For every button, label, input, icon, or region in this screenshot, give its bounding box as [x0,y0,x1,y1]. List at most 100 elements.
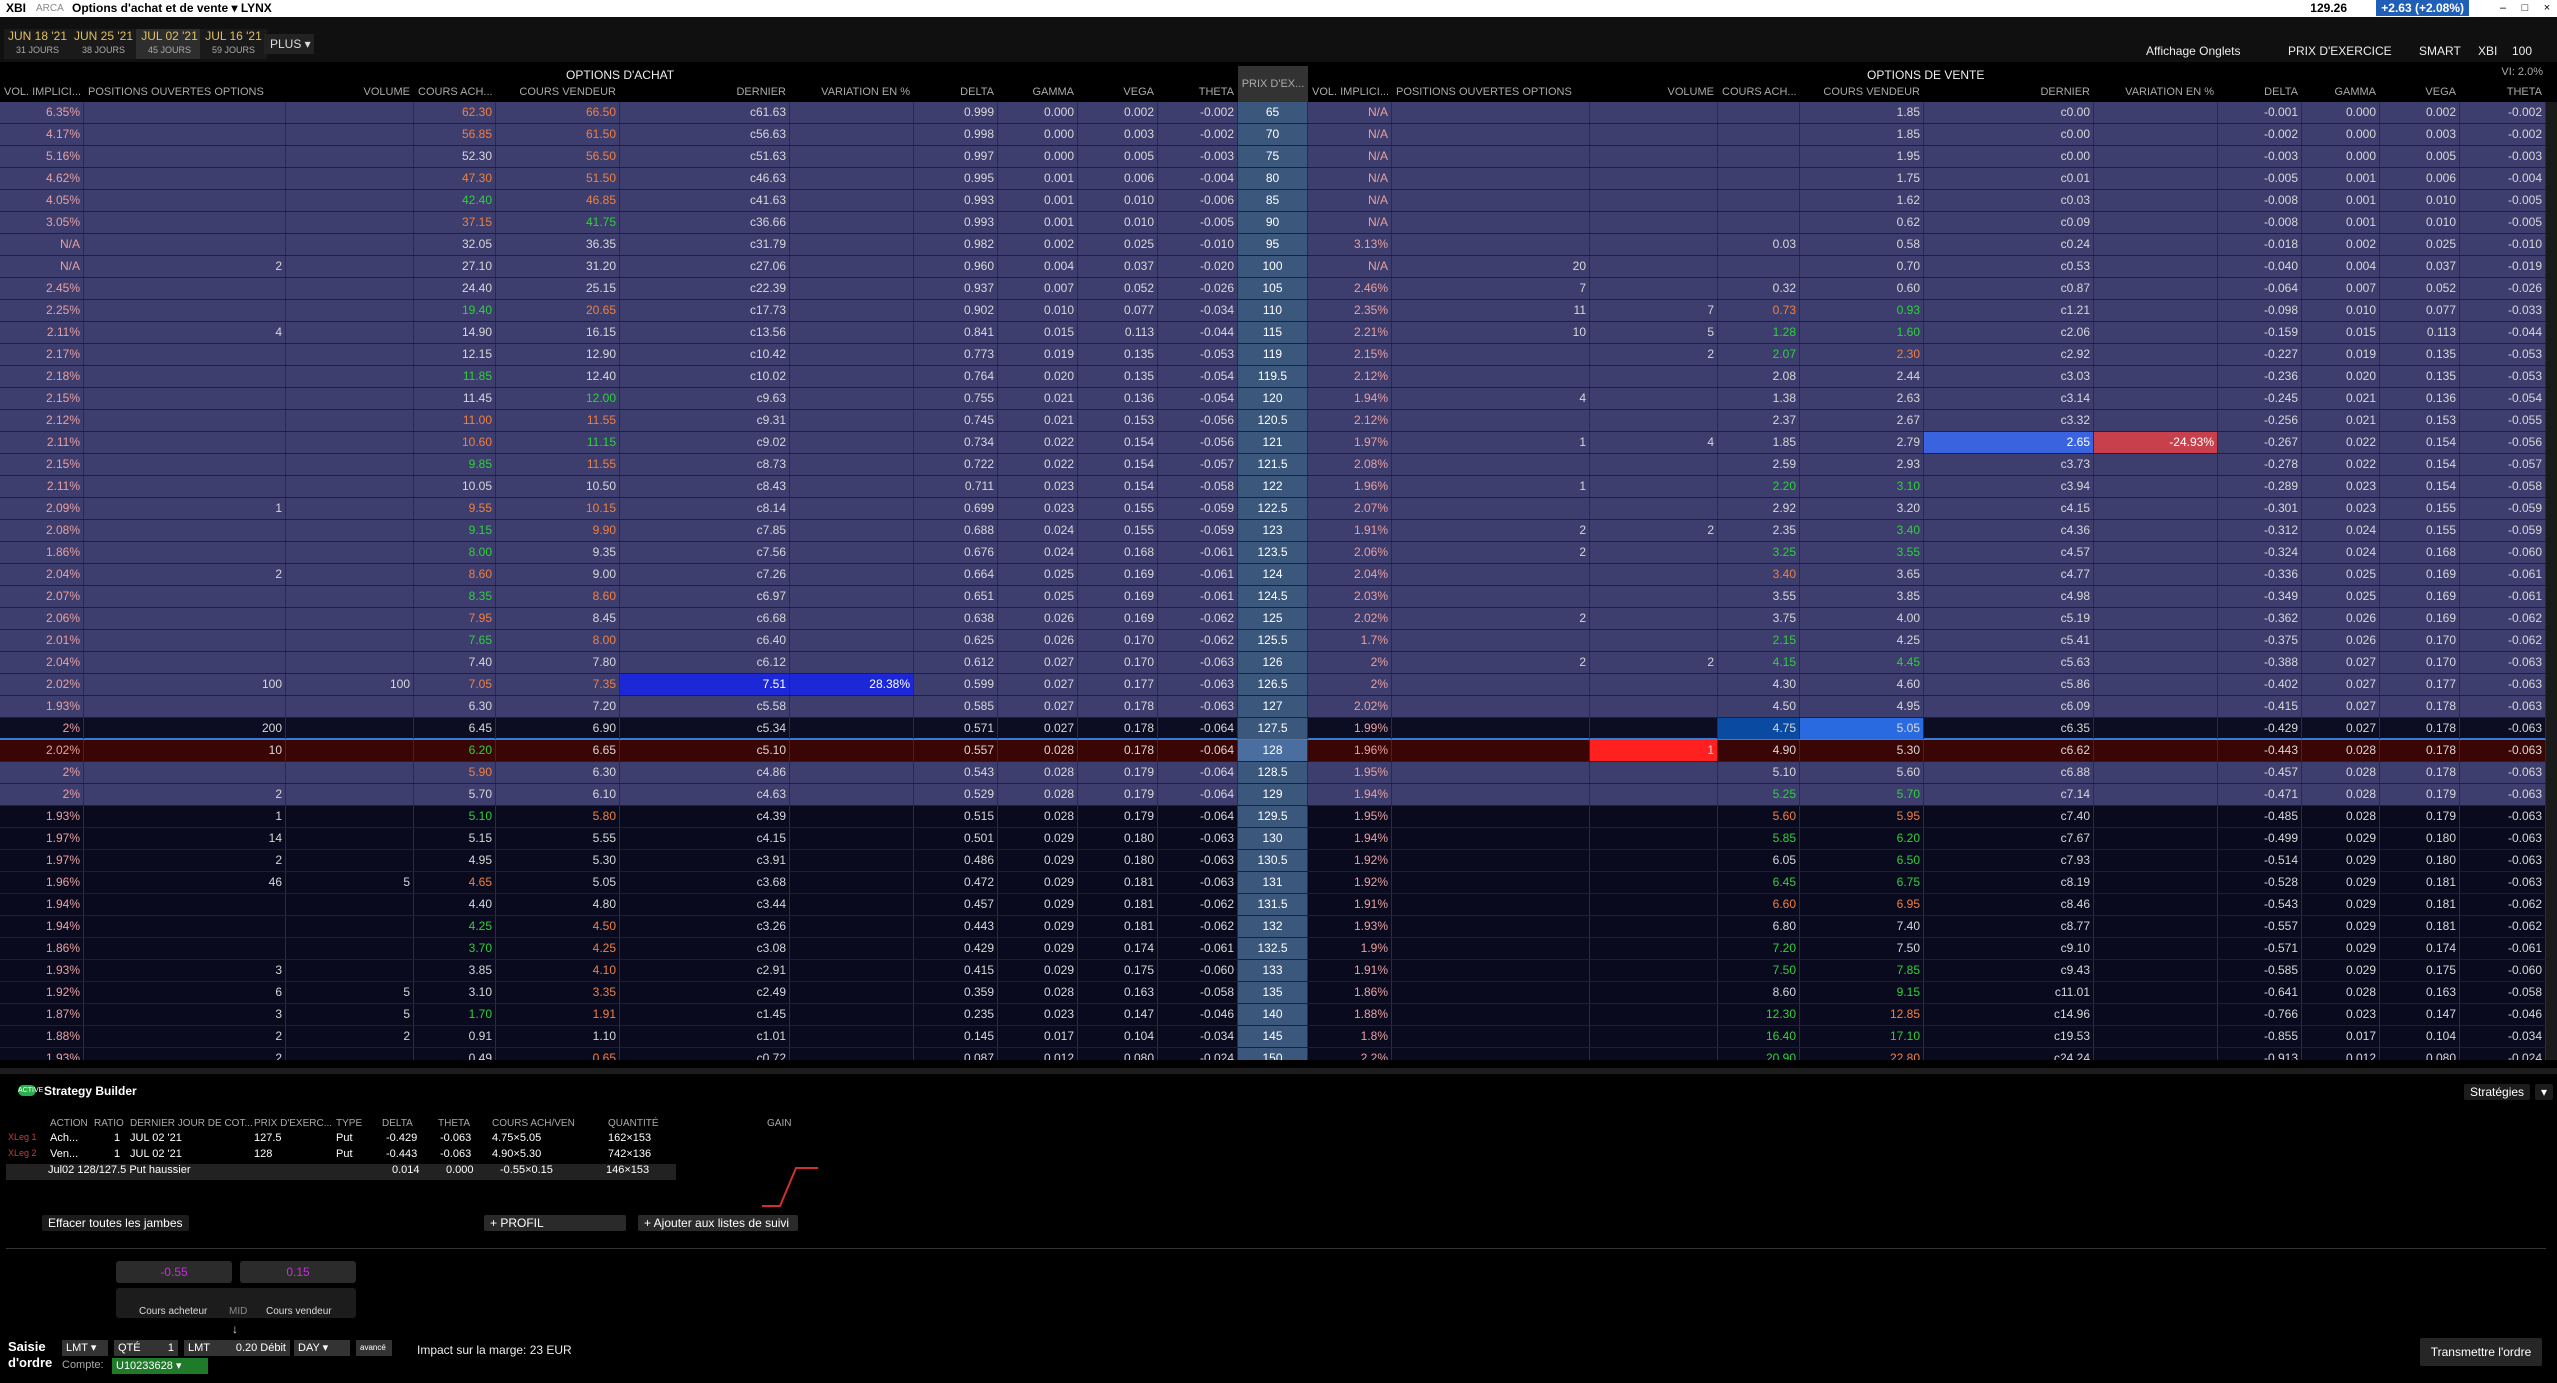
put-delta-cell[interactable]: -0.471 [2218,784,2302,805]
put-implied-vol-cell[interactable]: 1.99% [1308,718,1392,739]
minimize-icon[interactable]: – [2495,1,2511,15]
call-ask-cell[interactable]: 0.65 [496,1048,620,1060]
put-implied-vol-cell[interactable]: 1.88% [1308,1004,1392,1025]
call-delta-cell[interactable]: 0.235 [914,1004,998,1025]
strike-cell[interactable]: 123.5 [1238,542,1308,563]
call-bid-cell[interactable]: 4.95 [414,850,496,871]
put-ask-cell[interactable]: 5.95 [1800,806,1924,827]
call-implied-vol-cell[interactable]: 1.86% [0,542,84,563]
put-open-interest-cell[interactable] [1392,630,1590,651]
put-change-pct-cell[interactable] [2094,718,2218,739]
put-ask-cell[interactable]: 3.85 [1800,586,1924,607]
call-theta-cell[interactable]: -0.061 [1158,586,1238,607]
call-theta-cell[interactable]: -0.064 [1158,806,1238,827]
call-col-header-vega[interactable]: VEGA [1082,86,1154,100]
put-last-cell[interactable]: c3.94 [2018,476,2094,497]
put-bid-cell[interactable] [1718,168,1800,189]
put-vega-cell[interactable]: 0.177 [2380,674,2460,695]
call-bid-cell[interactable]: 9.85 [414,454,496,475]
put-implied-vol-cell[interactable]: 1.95% [1308,762,1392,783]
put-delta-cell[interactable]: -0.008 [2218,212,2302,233]
put-ask-cell[interactable]: 3.10 [1800,476,1924,497]
call-open-interest-cell[interactable]: 2 [84,564,286,585]
put-delta-cell[interactable]: -0.641 [2218,982,2302,1003]
put-vega-cell[interactable]: 0.155 [2380,498,2460,519]
call-open-interest-cell[interactable] [84,102,286,123]
put-vega-cell[interactable]: 0.169 [2380,608,2460,629]
call-implied-vol-cell[interactable]: 2.06% [0,608,84,629]
call-theta-cell[interactable]: -0.064 [1158,740,1238,761]
put-ask-cell[interactable]: 1.60 [1800,322,1924,343]
put-delta-cell[interactable]: -0.312 [2218,520,2302,541]
put-implied-vol-cell[interactable]: N/A [1308,124,1392,145]
call-theta-cell[interactable]: -0.059 [1158,498,1238,519]
strike-cell[interactable]: 130.5 [1238,850,1308,871]
call-implied-vol-cell[interactable]: 2.18% [0,366,84,387]
put-delta-cell[interactable]: -0.349 [2218,586,2302,607]
put-gamma-cell[interactable]: 0.024 [2302,542,2380,563]
put-change-pct-cell[interactable] [2094,982,2218,1003]
put-last-cell[interactable]: c9.10 [2018,938,2094,959]
put-last-cell[interactable]: 2.65 [1924,432,2094,453]
put-vega-cell[interactable]: 0.154 [2380,432,2460,453]
call-volume-cell[interactable]: 5 [286,872,414,893]
put-last-cell[interactable]: c3.73 [2018,454,2094,475]
call-open-interest-cell[interactable] [84,608,286,629]
call-vega-cell[interactable]: 0.170 [1078,630,1158,651]
call-bid-cell[interactable]: 10.05 [414,476,496,497]
put-ask-cell[interactable]: 2.63 [1800,388,1924,409]
put-vega-cell[interactable]: 0.080 [2380,1048,2460,1060]
put-implied-vol-cell[interactable]: N/A [1308,168,1392,189]
call-last-cell[interactable]: c6.12 [620,652,790,673]
put-open-interest-cell[interactable] [1392,850,1590,871]
put-ask-cell[interactable]: 2.93 [1800,454,1924,475]
put-vega-cell[interactable]: 0.169 [2380,564,2460,585]
put-delta-cell[interactable]: -0.457 [2218,762,2302,783]
call-theta-cell[interactable]: -0.058 [1158,476,1238,497]
put-implied-vol-cell[interactable]: 1.94% [1308,388,1392,409]
call-change-pct-cell[interactable] [790,696,914,717]
strike-cell[interactable]: 121 [1238,432,1308,453]
call-delta-cell[interactable]: 0.676 [914,542,998,563]
call-theta-cell[interactable]: -0.026 [1158,278,1238,299]
strike-cell[interactable]: 145 [1238,1026,1308,1047]
call-volume-cell[interactable] [286,784,414,805]
call-volume-cell[interactable] [286,652,414,673]
put-delta-cell[interactable]: -0.324 [2218,542,2302,563]
put-gamma-cell[interactable]: 0.001 [2302,212,2380,233]
put-open-interest-cell[interactable] [1392,234,1590,255]
put-delta-cell[interactable]: -0.256 [2218,410,2302,431]
call-change-pct-cell[interactable] [790,872,914,893]
call-volume-cell[interactable] [286,630,414,651]
call-gamma-cell[interactable]: 0.023 [998,476,1078,497]
put-ask-cell[interactable]: 1.75 [1800,168,1924,189]
put-vega-cell[interactable]: 0.179 [2380,784,2460,805]
put-theta-cell[interactable]: -0.033 [2460,300,2546,321]
put-gamma-cell[interactable]: 0.024 [2302,520,2380,541]
put-bid-cell[interactable]: 2.35 [1718,520,1800,541]
put-theta-cell[interactable]: -0.053 [2460,366,2546,387]
call-open-interest-cell[interactable] [84,212,286,233]
strike-cell[interactable]: 126.5 [1238,674,1308,695]
call-change-pct-cell[interactable] [790,124,914,145]
put-delta-cell[interactable]: -0.064 [2218,278,2302,299]
strike-header[interactable]: PRIX D'EX... [1238,66,1308,102]
put-theta-cell[interactable]: -0.004 [2460,168,2546,189]
call-delta-cell[interactable]: 0.982 [914,234,998,255]
call-volume-cell[interactable] [286,454,414,475]
put-implied-vol-cell[interactable]: 1.96% [1308,740,1392,761]
put-ask-cell[interactable]: 3.65 [1800,564,1924,585]
call-change-pct-cell[interactable] [790,1048,914,1060]
call-bid-cell[interactable]: 6.30 [414,696,496,717]
call-delta-cell[interactable]: 0.359 [914,982,998,1003]
call-bid-cell[interactable]: 0.49 [414,1048,496,1060]
call-gamma-cell[interactable]: 0.007 [998,278,1078,299]
put-last-cell[interactable]: c8.77 [2018,916,2094,937]
put-volume-cell[interactable] [1590,718,1718,739]
put-change-pct-cell[interactable] [2094,168,2218,189]
strike-mode[interactable]: PRIX D'EXERCICE [2288,44,2392,58]
put-open-interest-cell[interactable] [1392,498,1590,519]
put-gamma-cell[interactable]: 0.023 [2302,1004,2380,1025]
put-delta-cell[interactable]: -0.040 [2218,256,2302,277]
chain-row-131[interactable]: 1.96% 46 5 4.65 5.05 c3.68 0.472 0.029 0.181 -0.0… [0,872,2557,894]
